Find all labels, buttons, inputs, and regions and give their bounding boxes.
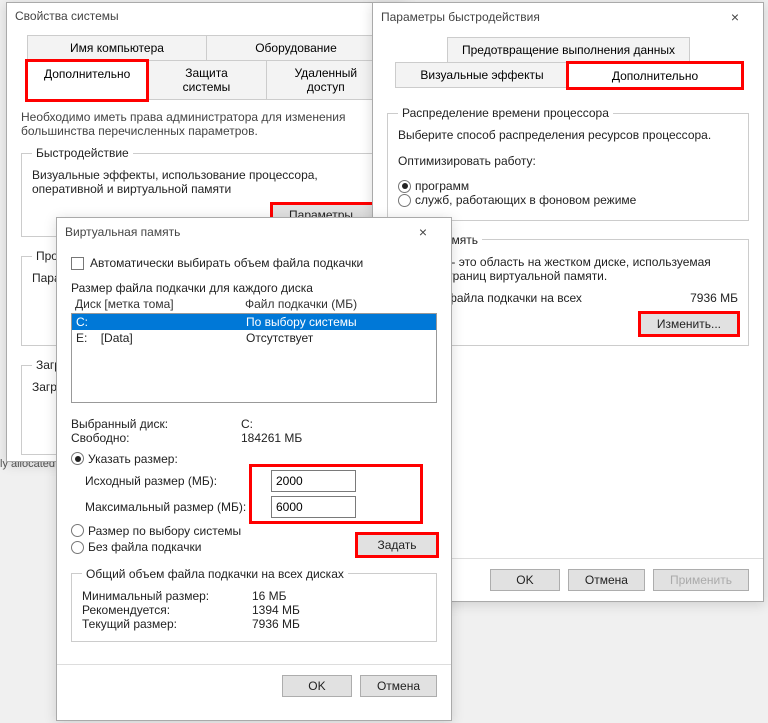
perdisk-label: Размер файла подкачки для каждого диска [71, 281, 437, 295]
vm-change-button[interactable]: Изменить... [640, 313, 738, 335]
selected-drive-value: C: [241, 417, 253, 431]
rec-size-value: 1394 МБ [252, 603, 300, 617]
legend-performance: Быстродействие [32, 146, 133, 160]
radio-system-managed[interactable]: Размер по выбору системы [71, 524, 241, 538]
group-total-pf: Общий объем файла подкачки на всех диска… [71, 567, 437, 642]
selected-drive-label: Выбранный диск: [71, 417, 241, 431]
max-size-input[interactable] [271, 496, 356, 518]
vm-total-value: 7936 МБ [690, 291, 738, 305]
perfopts-title: Параметры быстродействия [381, 10, 715, 24]
col-drive: Диск [метка тома] [75, 297, 245, 311]
close-icon[interactable]: × [715, 9, 755, 25]
col-pagefile: Файл подкачки (МБ) [245, 297, 357, 311]
legend-scheduling: Распределение времени процессора [398, 106, 613, 120]
min-size-value: 16 МБ [252, 589, 287, 603]
window-virtual-memory: Виртуальная память × Автоматически выбир… [56, 217, 452, 721]
optimize-label: Оптимизировать работу: [398, 154, 738, 168]
cur-size-label: Текущий размер: [82, 617, 252, 631]
initial-size-input[interactable] [271, 470, 356, 492]
set-button[interactable]: Задать [357, 534, 437, 556]
tab-visual-effects[interactable]: Визуальные эффекты [395, 62, 569, 87]
initial-size-label: Исходный размер (МБ): [85, 474, 265, 488]
apply-button[interactable]: Применить [653, 569, 749, 591]
vmem-title: Виртуальная память [65, 225, 403, 239]
ok-button[interactable]: OK [282, 675, 352, 697]
tab-remote[interactable]: Удаленный доступ [266, 60, 386, 99]
radio-no-pagefile[interactable]: Без файла подкачки [71, 540, 201, 554]
admin-note: Необходимо иметь права администратора дл… [21, 110, 391, 138]
tab-advanced-perf[interactable]: Дополнительно [568, 63, 742, 88]
radio-custom-size[interactable]: Указать размер: [71, 452, 178, 466]
tab-dep[interactable]: Предотвращение выполнения данных [447, 37, 690, 62]
cur-size-value: 7936 МБ [252, 617, 300, 631]
performance-desc: Визуальные эффекты, использование процес… [32, 168, 380, 196]
list-item[interactable]: E: [Data] Отсутствует [72, 330, 436, 346]
radio-programs[interactable]: программ [398, 179, 469, 193]
group-scheduling: Распределение времени процессора Выберит… [387, 106, 749, 221]
free-space-label: Свободно: [71, 431, 241, 445]
scheduling-desc: Выберите способ распределения ресурсов п… [398, 128, 738, 142]
legend-total-pf: Общий объем файла подкачки на всех диска… [82, 567, 348, 581]
tab-computer-name[interactable]: Имя компьютера [27, 35, 207, 60]
free-space-value: 184261 МБ [241, 431, 302, 445]
sysprops-title: Свойства системы [15, 9, 397, 23]
ok-button[interactable]: OK [490, 569, 560, 591]
cancel-button[interactable]: Отмена [360, 675, 437, 697]
max-size-label: Максимальный размер (МБ): [85, 500, 265, 514]
checkbox-auto-manage[interactable]: Автоматически выбирать объем файла подка… [71, 256, 363, 270]
radio-services[interactable]: служб, работающих в фоновом режиме [398, 193, 636, 207]
tab-system-protection[interactable]: Защита системы [146, 60, 266, 99]
list-item[interactable]: C: По выбору системы [72, 314, 436, 330]
rec-size-label: Рекомендуется: [82, 603, 252, 617]
min-size-label: Минимальный размер: [82, 589, 252, 603]
close-icon[interactable]: × [403, 224, 443, 240]
cancel-button[interactable]: Отмена [568, 569, 645, 591]
tab-hardware[interactable]: Оборудование [206, 35, 386, 60]
drive-list[interactable]: C: По выбору системы E: [Data] Отсутству… [71, 313, 437, 403]
tab-advanced[interactable]: Дополнительно [27, 61, 147, 100]
